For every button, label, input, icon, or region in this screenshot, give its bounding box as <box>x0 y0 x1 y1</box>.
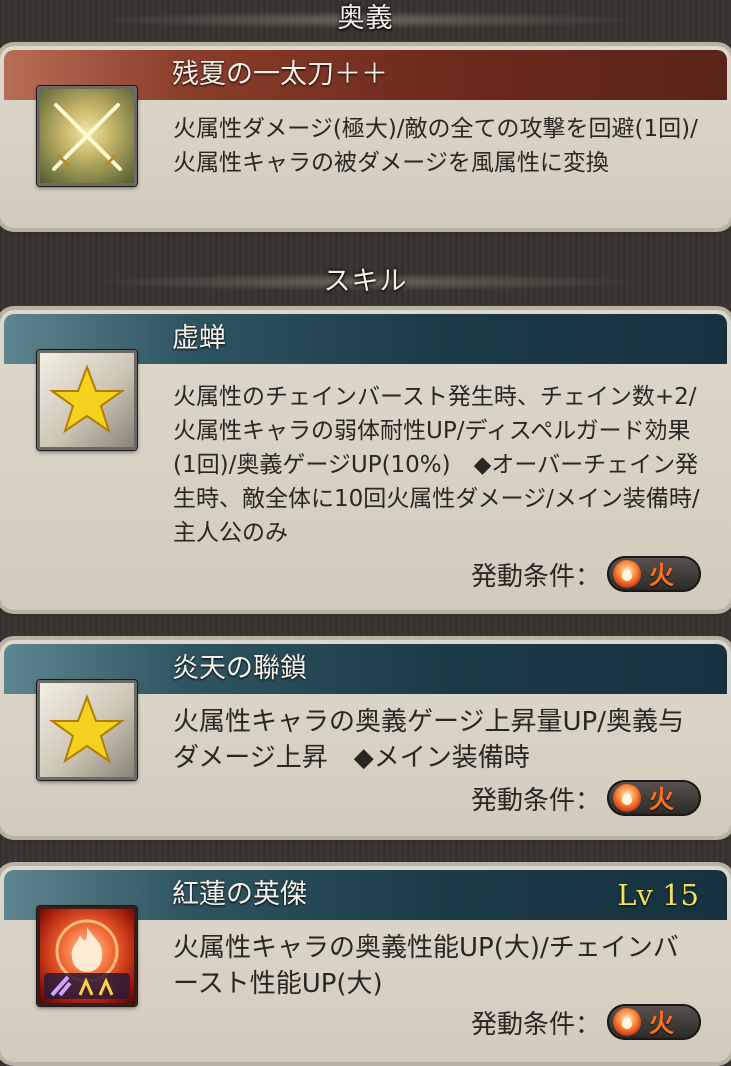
element-badge: 火 <box>607 556 701 592</box>
ougi-section-header: 奥義 <box>0 0 731 40</box>
ougi-description: 火属性ダメージ(極大)/敵の全ての攻撃を回避(1回)/火属性キャラの被ダメージを… <box>173 116 698 176</box>
skill-name: 紅蓮の英傑 <box>172 879 307 910</box>
star-icon <box>37 350 137 450</box>
element-label: 火 <box>649 1009 675 1038</box>
element-label: 火 <box>649 561 675 590</box>
skill-card-3[interactable]: 紅蓮の英傑 Lv 15 火属性キャラの奥義性能UP(大)/チェインバースト性能U… <box>0 866 731 1062</box>
condition-label: 発動条件： <box>470 785 601 816</box>
skill-name: 虚蝉 <box>172 323 226 354</box>
ougi-card[interactable]: 残夏の一太刀＋＋ 火属性ダメージ(極大)/敵の全ての攻撃を回避(1回)/火属性キ… <box>0 46 731 228</box>
condition-label: 発動条件： <box>470 561 601 592</box>
star-icon <box>37 680 137 780</box>
fire-element-icon <box>613 560 641 588</box>
flame-emblem-icon <box>37 906 137 1006</box>
activation-condition: 発動条件： 火 <box>471 554 701 594</box>
skill-section-title: スキル <box>323 266 408 297</box>
skill-level: Lv 15 <box>617 878 699 912</box>
condition-label: 発動条件： <box>470 1009 601 1040</box>
element-label: 火 <box>649 785 675 814</box>
skill-description: 火属性キャラの奥義性能UP(大)/チェインバースト性能UP(大) <box>173 933 679 999</box>
skill-card-2[interactable]: 炎天の聯鎖 火属性キャラの奥義ゲージ上昇量UP/奥義与ダメージ上昇 ◆メイン装備… <box>0 640 731 836</box>
ougi-section-title: 奥義 <box>337 3 394 34</box>
element-badge: 火 <box>607 1004 701 1040</box>
crossed-swords-icon <box>37 86 137 186</box>
activation-condition: 発動条件： 火 <box>471 778 701 818</box>
skill-description: 火属性のチェインバースト発生時、チェイン数+2/火属性キャラの弱体耐性UP/ディ… <box>173 384 700 546</box>
activation-condition: 発動条件： 火 <box>471 1002 701 1042</box>
skill-name: 炎天の聯鎖 <box>172 653 307 684</box>
fire-element-icon <box>613 1008 641 1036</box>
ougi-name: 残夏の一太刀＋＋ <box>172 59 388 90</box>
skill-card-1[interactable]: 虚蝉 火属性のチェインバースト発生時、チェイン数+2/火属性キャラの弱体耐性UP… <box>0 310 731 610</box>
element-badge: 火 <box>607 780 701 816</box>
skill-section-header: スキル <box>0 262 731 302</box>
skill-description: 火属性キャラの奥義ゲージ上昇量UP/奥義与ダメージ上昇 ◆メイン装備時 <box>173 707 684 773</box>
fire-element-icon <box>613 784 641 812</box>
